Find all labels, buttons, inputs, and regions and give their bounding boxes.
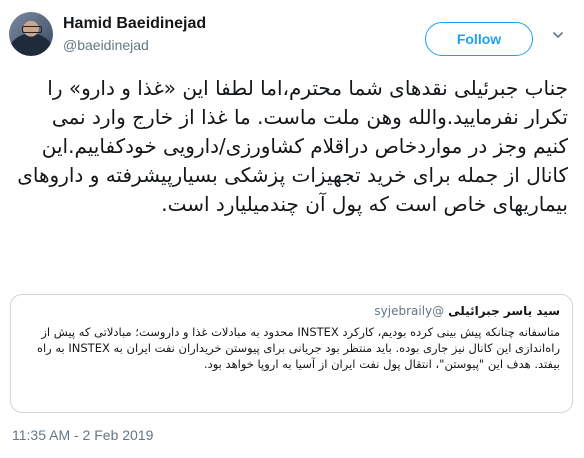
tweet-card: Hamid Baeidinejad @baeidinejad Follow جن…: [0, 0, 584, 458]
quoted-tweet[interactable]: سید یاسر جبرائیلی@syjebraily متاسفانه چن…: [10, 294, 573, 413]
quoted-author-handle: @syjebraily: [374, 304, 445, 318]
tweet-text: جناب جبرئیلی نقدهای شما محترم،اما لطفا ا…: [17, 76, 568, 216]
avatar[interactable]: [9, 12, 53, 56]
quoted-author-name: سید یاسر جبرائیلی: [448, 304, 560, 318]
avatar-glasses: [22, 26, 42, 33]
follow-button[interactable]: Follow: [425, 22, 533, 56]
quoted-tweet-header: سید یاسر جبرائیلی@syjebraily: [374, 304, 560, 318]
author-handle[interactable]: @baeidinejad: [63, 37, 149, 53]
quoted-tweet-text: متاسفانه چنانکه پیش بینی کرده بودیم، کار…: [36, 325, 560, 371]
chevron-down-icon[interactable]: [553, 30, 563, 40]
tweet-timestamp[interactable]: 11:35 AM - 2 Feb 2019: [12, 427, 153, 443]
author-name[interactable]: Hamid Baeidinejad: [63, 15, 206, 33]
